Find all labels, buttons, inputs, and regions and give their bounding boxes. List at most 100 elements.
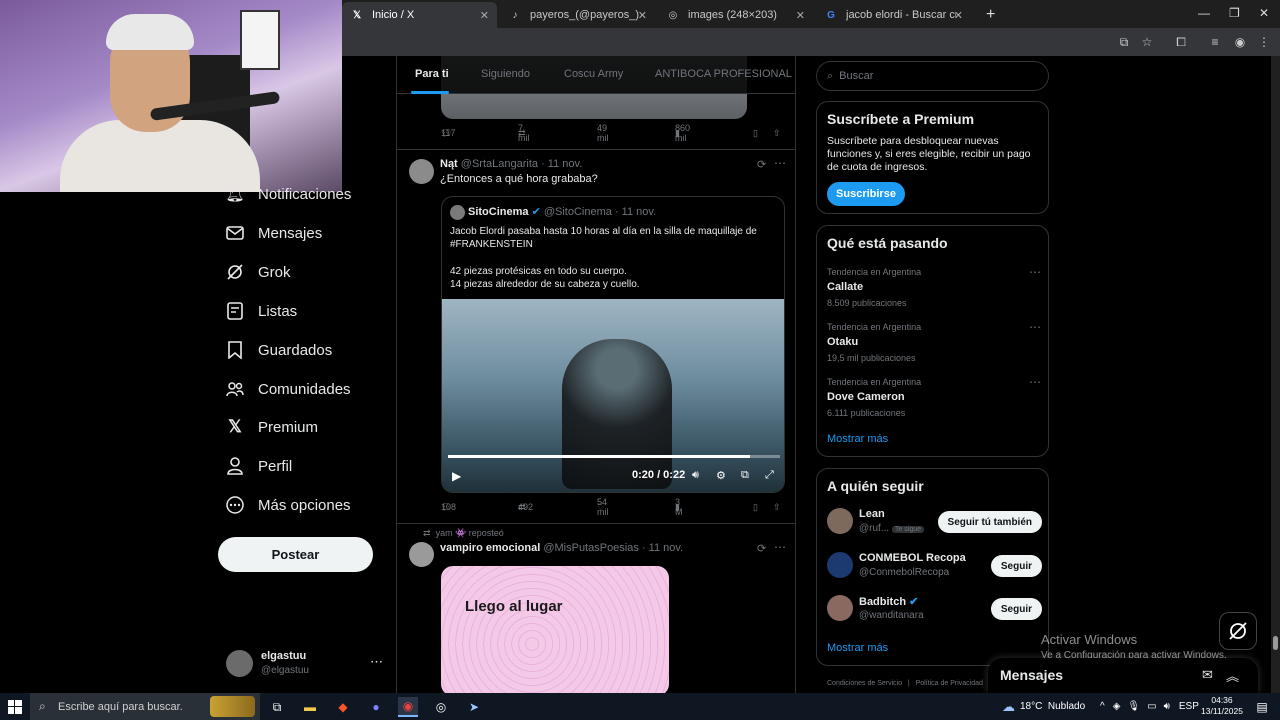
search-input[interactable]: ⌕ Buscar bbox=[816, 61, 1049, 91]
post-image[interactable]: Llego al lugar bbox=[441, 566, 669, 693]
tab-tiktok[interactable]: ♪ payeros_(@payeros_) | TikTok ✕ bbox=[500, 2, 655, 28]
grok-icon[interactable]: ⟳ bbox=[757, 158, 766, 171]
subscribe-button[interactable]: Suscribirse bbox=[827, 182, 905, 206]
bookmark-icon[interactable]: ▯ bbox=[753, 128, 758, 139]
more-icon[interactable]: ⋯ bbox=[774, 540, 786, 554]
close-icon[interactable]: ✕ bbox=[954, 9, 963, 22]
tab-coscu-army[interactable]: Coscu Army bbox=[564, 68, 623, 80]
grok-fab-button[interactable] bbox=[1219, 612, 1257, 650]
profile-icon[interactable]: ◉ bbox=[1232, 34, 1248, 50]
nav-premium[interactable]: 𝕏 Premium bbox=[226, 414, 318, 440]
author-name[interactable]: Nąt bbox=[440, 158, 458, 170]
video-progress-bar[interactable] bbox=[448, 455, 780, 458]
trend-item[interactable]: Tendencia en Argentina Callate 8.509 pub… bbox=[827, 265, 1041, 308]
close-icon[interactable]: ✕ bbox=[480, 9, 489, 22]
avatar[interactable] bbox=[409, 542, 434, 567]
follow-button[interactable]: Seguir bbox=[990, 598, 1042, 620]
follow-button[interactable]: Seguir bbox=[990, 555, 1042, 577]
more-icon[interactable]: ⋯ bbox=[1029, 320, 1041, 334]
extensions-icon[interactable]: ⧠ bbox=[1173, 34, 1189, 50]
chevron-up-icon[interactable]: ︽ bbox=[1226, 666, 1239, 685]
scrollbar-thumb[interactable] bbox=[1273, 636, 1278, 650]
weather-widget[interactable]: ☁ 18°C Nublado bbox=[1002, 693, 1085, 720]
repost-button[interactable]: ⇄ 492 bbox=[518, 502, 533, 513]
task-view-icon[interactable]: ⧉ bbox=[267, 697, 287, 717]
steam-icon[interactable]: ➤ bbox=[464, 697, 484, 717]
post-button[interactable]: Postear bbox=[218, 537, 373, 572]
post-date[interactable]: · 11 nov. bbox=[541, 158, 582, 170]
language-indicator[interactable]: ESP bbox=[1179, 701, 1199, 712]
nav-bookmarks[interactable]: Guardados bbox=[226, 337, 332, 363]
trend-item[interactable]: Tendencia en Argentina Otaku 19,5 mil pu… bbox=[827, 320, 1041, 363]
follow-suggestion[interactable]: Badbitch ✔ @wanditanara Seguir bbox=[827, 592, 1042, 628]
wifi-icon[interactable]: ▭ bbox=[1147, 701, 1156, 712]
install-app-icon[interactable]: ⧉ bbox=[1116, 34, 1132, 50]
follow-back-button[interactable]: Seguir tú también bbox=[937, 511, 1042, 533]
taskbar-search-input[interactable]: ⌕ Escribe aquí para buscar. bbox=[30, 693, 260, 720]
nav-more-options[interactable]: Más opciones bbox=[226, 492, 351, 518]
microphone-icon[interactable]: 🎙︎ bbox=[1127, 701, 1140, 712]
nav-notifications[interactable]: 🔔︎ Notificaciones bbox=[225, 181, 351, 207]
views-button[interactable]: ▮ 3 M bbox=[675, 497, 683, 517]
grok-icon[interactable]: ⟳ bbox=[757, 542, 766, 555]
trend-item[interactable]: Tendencia en Argentina Dove Cameron 6.11… bbox=[827, 375, 1041, 418]
repost-text[interactable]: yam 👾 reposteó bbox=[436, 528, 504, 538]
obs-icon[interactable]: ◎ bbox=[431, 697, 451, 717]
post-date[interactable]: · 11 nov. bbox=[642, 542, 683, 554]
play-icon[interactable]: ▶ bbox=[452, 469, 461, 483]
reply-button[interactable]: 💬︎ 108 bbox=[441, 502, 456, 513]
star-icon[interactable]: ☆ bbox=[1139, 34, 1155, 50]
media-icon[interactable]: ≡ bbox=[1207, 34, 1223, 50]
more-icon[interactable]: ⋯ bbox=[774, 156, 786, 170]
tab-x-home[interactable]: 𝕏 Inicio / X ✕ bbox=[342, 2, 497, 28]
follow-suggestion[interactable]: Lean @ruf... Te sigue Seguir tú también bbox=[827, 505, 1042, 541]
show-more-follow-link[interactable]: Mostrar más bbox=[827, 642, 888, 654]
like-button[interactable]: ♡ 49 mil bbox=[597, 123, 609, 143]
nav-communities[interactable]: Comunidades bbox=[226, 376, 351, 402]
network-status-icon[interactable]: ◈ bbox=[1113, 701, 1121, 712]
file-explorer-icon[interactable]: ▬ bbox=[300, 697, 320, 717]
fullscreen-icon[interactable]: ⤢ bbox=[765, 469, 774, 482]
restore-icon[interactable]: ❐ bbox=[1229, 6, 1240, 20]
like-button[interactable]: ♡ 54 mil bbox=[597, 497, 609, 517]
nav-messages[interactable]: Mensajes bbox=[226, 220, 322, 246]
page-scrollbar[interactable] bbox=[1271, 56, 1280, 693]
more-icon[interactable]: ⋯ bbox=[1029, 265, 1041, 279]
share-icon[interactable]: ⇧ bbox=[773, 128, 781, 139]
close-icon[interactable]: ✕ bbox=[638, 9, 647, 22]
speaker-icon[interactable]: 🔊︎ bbox=[1164, 701, 1170, 712]
tab-images[interactable]: ◎ images (248×203) ✕ bbox=[658, 2, 813, 28]
footer-links[interactable]: Condiciones de Servicio | Política de Pr… bbox=[827, 680, 983, 687]
menu-icon[interactable]: ⋮ bbox=[1256, 34, 1272, 50]
notifications-icon[interactable]: ▤ bbox=[1252, 697, 1272, 717]
more-icon[interactable]: ⋯ bbox=[1029, 375, 1041, 389]
tab-google[interactable]: G jacob elordi - Buscar con Goog ✕ bbox=[816, 2, 971, 28]
compose-message-icon[interactable]: ✉ bbox=[1202, 667, 1213, 683]
author-name[interactable]: vampiro emocional bbox=[440, 542, 540, 554]
views-button[interactable]: ▮ 860 mil bbox=[675, 123, 690, 143]
minimize-icon[interactable]: — bbox=[1198, 6, 1210, 20]
new-tab-button[interactable]: + bbox=[978, 2, 998, 28]
author-handle[interactable]: @MisPutasPoesias bbox=[543, 542, 639, 554]
more-icon[interactable]: ⋯ bbox=[370, 654, 383, 670]
brave-icon[interactable]: ◆ bbox=[333, 697, 353, 717]
nav-grok[interactable]: Grok bbox=[226, 259, 291, 285]
share-icon[interactable]: ⇧ bbox=[773, 502, 781, 513]
repost-button[interactable]: ⇄ 7 mil bbox=[518, 123, 530, 143]
settings-icon[interactable]: ⚙ bbox=[716, 469, 726, 482]
avatar[interactable] bbox=[409, 159, 434, 184]
close-icon[interactable]: ✕ bbox=[796, 9, 805, 22]
bookmark-icon[interactable]: ▯ bbox=[753, 502, 758, 513]
quoted-post[interactable]: SitoCinema ✔ @SitoCinema · 11 nov. Jacob… bbox=[441, 196, 785, 493]
chrome-icon[interactable]: ◉ bbox=[398, 697, 418, 717]
discord-icon[interactable]: ● bbox=[366, 697, 386, 717]
close-window-icon[interactable]: ✕ bbox=[1259, 6, 1269, 20]
messages-drawer[interactable]: Mensajes ✉ ︽ bbox=[988, 658, 1258, 694]
follow-suggestion[interactable]: CONMEBOL Recopa @ConmebolRecopa Seguir bbox=[827, 549, 1042, 585]
chevron-up-icon[interactable]: ^ bbox=[1100, 701, 1105, 712]
pip-icon[interactable]: ⧉ bbox=[741, 469, 749, 482]
author-handle[interactable]: @SrtaLangarita bbox=[461, 158, 538, 170]
tab-following[interactable]: Siguiendo bbox=[481, 68, 530, 80]
windows-start-icon[interactable] bbox=[5, 697, 25, 717]
show-more-trends-link[interactable]: Mostrar más bbox=[827, 433, 888, 445]
